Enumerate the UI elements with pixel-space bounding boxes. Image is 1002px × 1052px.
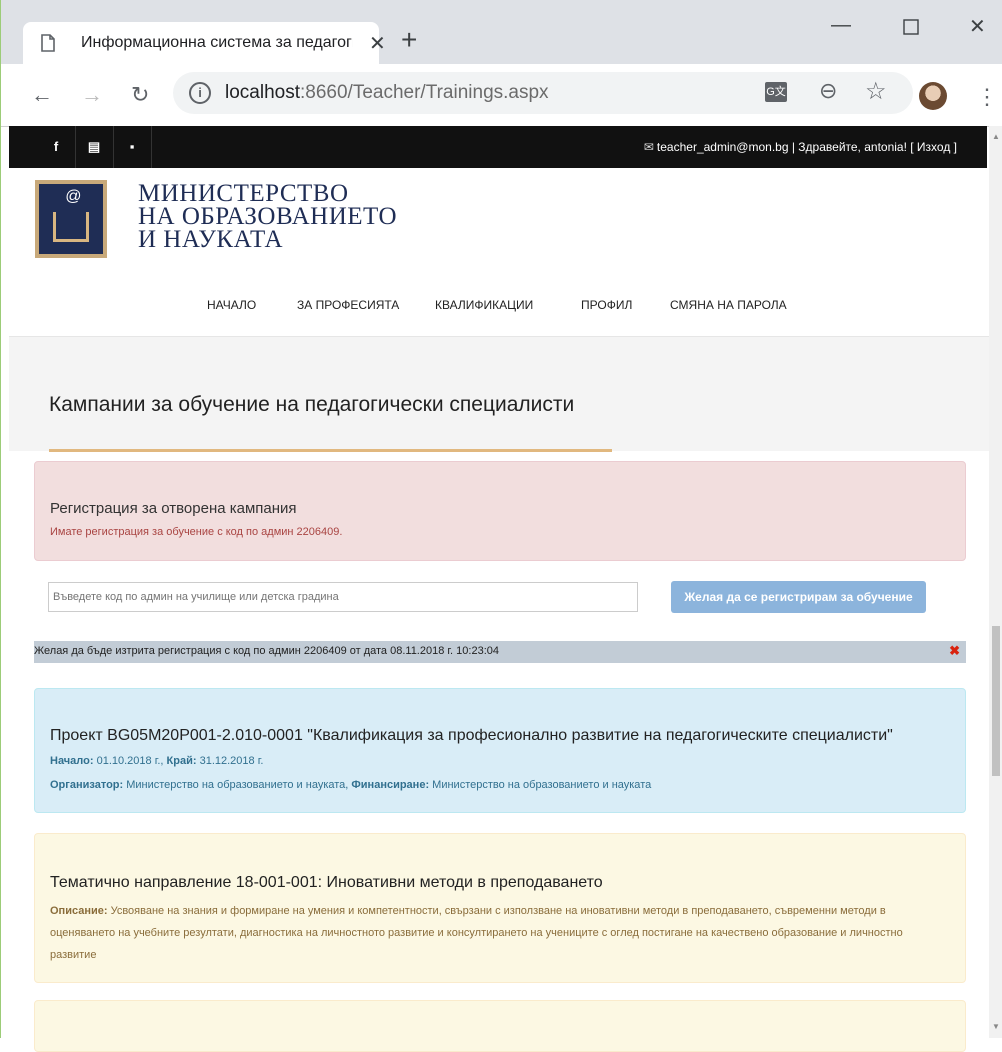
new-tab-button[interactable]: + — [401, 26, 417, 54]
admin-code-input[interactable] — [48, 582, 638, 612]
org-value: Министерство на образованието и науката, — [123, 779, 352, 791]
maximize-icon[interactable] — [903, 18, 919, 41]
topic-title: Тематично направление 18-001-001: Иноват… — [50, 874, 603, 891]
user-greeting[interactable]: | Здравейте, antonia! [ Изход ] — [789, 140, 957, 154]
close-window-icon[interactable]: ✕ — [969, 14, 986, 39]
project-dates: Начало: 01.10.2018 г., Край: 31.12.2018 … — [50, 755, 263, 767]
delete-notice: Желая да бъде изтрита регистрация с код … — [34, 641, 966, 663]
minimize-icon[interactable]: — — [831, 14, 851, 37]
delete-notice-text: Желая да бъде изтрита регистрация с код … — [34, 645, 499, 657]
ministry-name[interactable]: МИНИСТЕРСТВО НА ОБРАЗОВАНИЕТО И НАУКАТА — [138, 180, 398, 253]
reload-icon[interactable]: ↻ — [131, 82, 149, 108]
project-panel: Проект BG05M20P001-2.010-0001 "Квалифика… — [34, 688, 966, 813]
site-topbar: f ▤ ▪ ✉ teacher_admin@mon.bg | Здравейте,… — [9, 126, 987, 168]
tab-title: Информационна система за педагогическите… — [81, 34, 353, 51]
at-sign: @ — [65, 188, 82, 205]
project-org: Организатор: Министерство на образование… — [50, 779, 651, 791]
bookmark-star-icon[interactable]: ☆ — [865, 77, 887, 106]
zoom-icon[interactable]: ⊖ — [819, 78, 837, 104]
registration-alert: Регистрация за отворена кампания Имате р… — [34, 461, 966, 561]
nav-item-profession[interactable]: ЗА ПРОФЕСИЯТА — [297, 298, 399, 312]
registration-title: Регистрация за отворена кампания — [50, 500, 297, 517]
end-label: Край: — [166, 755, 197, 767]
next-topic-panel — [34, 1000, 966, 1052]
ministry-logo[interactable]: @ — [35, 180, 107, 258]
url-host: localhost — [225, 82, 300, 103]
topic-panel: Тематично направление 18-001-001: Иноват… — [34, 833, 966, 983]
book-icon — [53, 212, 89, 242]
page-banner: Кампании за обучение на педагогически сп… — [9, 336, 989, 452]
browser-window: Информационна система за педагогическите… — [0, 0, 1002, 1052]
topic-description: Описание: Усвояване на знания и формиран… — [50, 900, 950, 966]
registration-subtitle: Имате регистрация за обучение с код по а… — [50, 526, 343, 538]
info-icon[interactable]: i — [189, 82, 211, 104]
forward-icon[interactable]: → — [81, 82, 103, 108]
menu-kebab-icon[interactable]: ⋮ — [976, 84, 998, 110]
fund-value: Министерство на образованието и науката — [429, 779, 652, 791]
profile-avatar[interactable] — [919, 82, 947, 110]
fund-label: Финансиране: — [351, 779, 430, 791]
page-title: Кампании за обучение на педагогически сп… — [49, 393, 575, 416]
scroll-down-icon[interactable]: ▼ — [992, 1022, 1000, 1031]
desc-text: Усвояване на знания и формиране на умени… — [50, 905, 903, 961]
start-date: 01.10.2018 г., — [93, 755, 167, 767]
url-field[interactable]: i localhost:8660/Teacher/Trainings.aspx … — [173, 72, 913, 114]
ministry-line-1: МИНИСТЕРСТВО — [138, 180, 349, 207]
translate-icon[interactable]: G文 — [765, 82, 787, 102]
nav-item-profile[interactable]: ПРОФИЛ — [581, 298, 632, 312]
envelope-icon: ✉ — [643, 140, 654, 154]
url-text[interactable]: localhost:8660/Teacher/Trainings.aspx — [225, 82, 549, 104]
ministry-line-2: НА ОБРАЗОВАНИЕТО — [138, 203, 398, 230]
delete-icon[interactable]: ✖ — [949, 643, 960, 659]
close-tab-icon[interactable]: ✕ — [369, 31, 386, 56]
register-button[interactable]: Желая да се регистрирам за обучение — [671, 581, 926, 613]
scrollbar[interactable]: ▲ ▼ — [989, 126, 1002, 1038]
start-label: Начало: — [50, 755, 94, 767]
back-icon[interactable]: ← — [31, 82, 53, 108]
url-path: :8660/Teacher/Trainings.aspx — [300, 82, 549, 103]
org-label: Организатор: — [50, 779, 124, 791]
user-info: ✉ teacher_admin@mon.bg | Здравейте, anton… — [644, 140, 957, 154]
desc-label: Описание: — [50, 905, 108, 917]
project-title: Проект BG05M20P001-2.010-0001 "Квалифика… — [50, 727, 893, 744]
scrollbar-thumb[interactable] — [992, 626, 1000, 776]
nav-item-qualifications[interactable]: КВАЛИФИКАЦИИ — [435, 298, 533, 312]
youtube-icon[interactable]: ▤ — [75, 126, 114, 168]
scroll-up-icon[interactable]: ▲ — [992, 132, 1000, 141]
page-icon — [41, 34, 55, 52]
address-bar: ← → ↻ i localhost:8660/Teacher/Trainings… — [1, 64, 1002, 127]
nav-item-home[interactable]: НАЧАЛО — [207, 298, 256, 312]
facebook-icon[interactable]: f — [37, 126, 76, 168]
user-email[interactable]: teacher_admin@mon.bg — [657, 140, 789, 154]
title-underline — [49, 449, 612, 452]
ministry-line-3: И НАУКАТА — [138, 226, 284, 253]
flickr-icon[interactable]: ▪ — [113, 126, 152, 168]
tab-strip: Информационна система за педагогическите… — [1, 0, 1002, 64]
nav-item-change-password[interactable]: СМЯНА НА ПАРОЛА — [670, 298, 787, 312]
end-date: 31.12.2018 г. — [196, 755, 264, 767]
browser-tab[interactable]: Информационна система за педагогическите… — [23, 22, 386, 64]
